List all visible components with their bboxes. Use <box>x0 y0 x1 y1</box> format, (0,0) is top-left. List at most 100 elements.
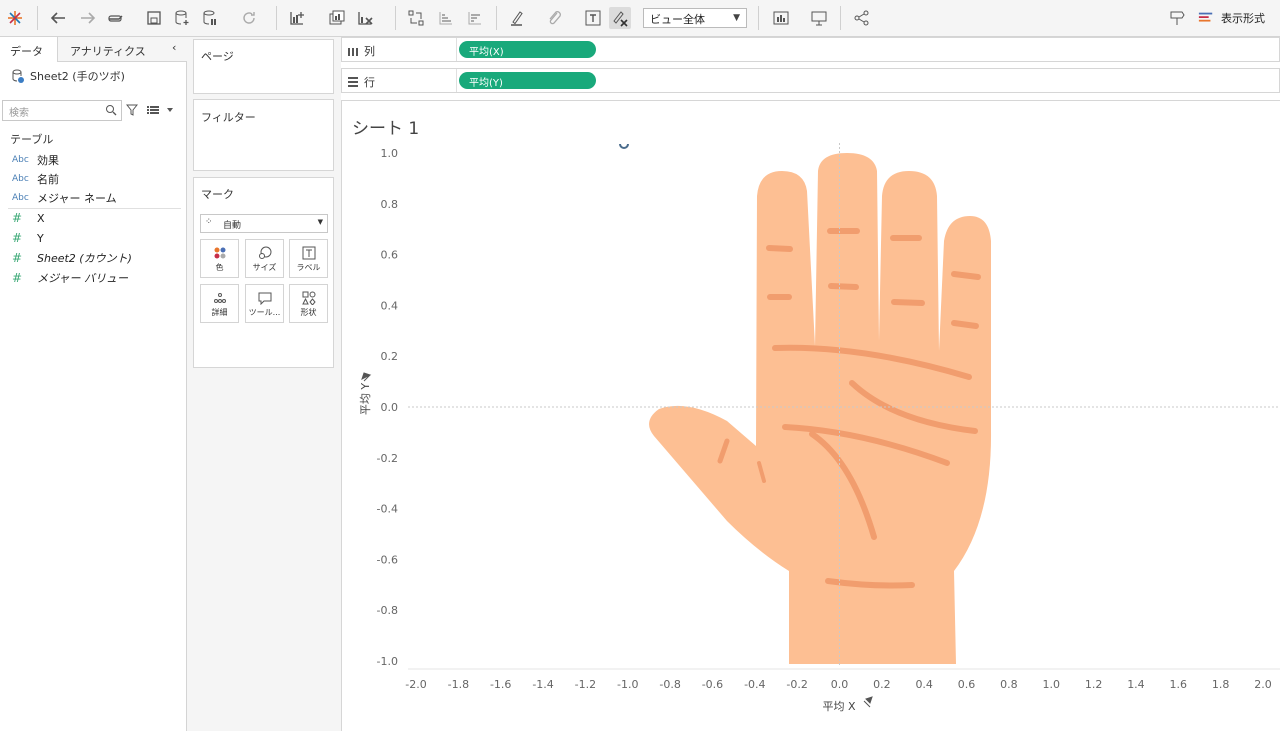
replay-icon[interactable] <box>105 7 127 29</box>
pane-tabs: データ アナリティクス ‹ <box>0 37 187 62</box>
x-tick-label: 1.4 <box>1127 678 1145 691</box>
y-tick-label: -0.8 <box>377 604 398 617</box>
field-dimension[interactable]: Abc メジャー ネーム <box>12 190 117 206</box>
share-icon[interactable] <box>851 7 873 29</box>
x-tick-label: 0.0 <box>831 678 849 691</box>
x-tick-label: -0.2 <box>786 678 807 691</box>
fit-dropdown[interactable]: ビュー全体 ▼ <box>643 8 747 28</box>
field-measure[interactable]: # メジャー バリュー <box>12 270 128 286</box>
marks-title: マーク <box>201 188 234 201</box>
worksheet-view[interactable]: シート 1 -2.0 -1.8 -1.6 -1.4 -1.2 -1.0 -0.8 -0.6 -0… <box>341 100 1280 731</box>
show-me-icon[interactable] <box>1198 7 1214 29</box>
x-tick-label: 0.8 <box>1000 678 1018 691</box>
shape-icon <box>301 291 316 305</box>
divider <box>8 208 181 209</box>
columns-label: 列 <box>364 45 375 58</box>
y-tick-label: 1.0 <box>381 147 399 160</box>
x-tick-label: -1.8 <box>448 678 469 691</box>
color-button[interactable]: 色 <box>200 239 239 278</box>
data-point-mark <box>619 143 629 149</box>
presentation-mode-icon[interactable] <box>808 7 830 29</box>
redo-icon[interactable] <box>77 7 99 29</box>
datasource-name: Sheet2 (手のツボ) <box>30 70 125 83</box>
field-measure[interactable]: # Y <box>12 231 44 245</box>
columns-pill[interactable]: 平均(X) <box>459 41 596 58</box>
string-type-icon: Abc <box>12 174 29 184</box>
label-button[interactable]: ラベル <box>289 239 328 278</box>
columns-icon <box>348 48 358 56</box>
clear-sheet-icon[interactable] <box>354 7 376 29</box>
pages-title: ページ <box>201 50 234 63</box>
pause-update-icon[interactable] <box>199 7 221 29</box>
rows-pill[interactable]: 平均(Y) <box>459 72 596 89</box>
y-tick-label: 0.2 <box>381 350 399 363</box>
x-tick-label: -0.4 <box>744 678 765 691</box>
field-dimension[interactable]: Abc 名前 <box>12 171 59 187</box>
columns-shelf[interactable]: 列 平均(X) <box>341 37 1280 62</box>
tableau-logo-icon[interactable] <box>4 7 26 29</box>
mark-type-dropdown[interactable]: ⁘ 自動 ▼ <box>200 214 328 233</box>
shape-button[interactable]: 形状 <box>289 284 328 323</box>
search-icon <box>106 105 117 116</box>
pin-sign-icon[interactable] <box>1166 7 1188 29</box>
toolbar: ビュー全体 ▼ 表示形式 <box>0 0 1280 37</box>
pages-card[interactable]: ページ <box>193 39 334 94</box>
x-tick-label: -1.2 <box>575 678 596 691</box>
new-worksheet-icon[interactable] <box>286 7 308 29</box>
string-type-icon: Abc <box>12 193 29 203</box>
swap-rows-columns-icon[interactable] <box>405 7 427 29</box>
undo-icon[interactable] <box>47 7 69 29</box>
refresh-icon[interactable] <box>238 7 260 29</box>
x-axis-title: 平均 X <box>822 700 855 713</box>
detail-icon <box>213 293 226 303</box>
x-tick-label: -1.0 <box>617 678 638 691</box>
group-members-icon[interactable] <box>543 7 565 29</box>
number-type-icon: # <box>12 211 23 225</box>
show-me-label[interactable]: 表示形式 <box>1221 10 1265 26</box>
filters-card[interactable]: フィルター <box>193 99 334 171</box>
rows-shelf[interactable]: 行 平均(Y) <box>341 68 1280 93</box>
x-tick-label: -1.6 <box>490 678 511 691</box>
collapse-pane-icon[interactable]: ‹ <box>172 41 176 54</box>
tooltip-button[interactable]: ツール... <box>245 284 284 323</box>
y-tick-label: -0.6 <box>377 553 398 566</box>
detail-button[interactable]: 詳細 <box>200 284 239 323</box>
x-tick-label: -0.6 <box>702 678 723 691</box>
y-tick-label: 0.0 <box>381 401 399 414</box>
search-input[interactable]: 検索 <box>2 100 122 121</box>
datasource-item[interactable]: Sheet2 (手のツボ) <box>12 68 125 84</box>
cards-column: ページ フィルター マーク ⁘ 自動 ▼ 色 サイズ ラベル 詳細 ツール... <box>187 37 341 731</box>
duplicate-sheet-icon[interactable] <box>326 7 348 29</box>
save-icon[interactable] <box>143 7 165 29</box>
view-options-icon[interactable] <box>147 105 175 115</box>
y-tick-label: 0.6 <box>381 249 399 262</box>
x-tick-label: -1.4 <box>532 678 553 691</box>
show-mark-labels-icon[interactable] <box>582 7 604 29</box>
sort-ascending-icon[interactable] <box>435 7 457 29</box>
y-tick-label: -1.0 <box>377 655 398 668</box>
filter-icon[interactable] <box>126 104 138 116</box>
y-tick-label: -0.4 <box>377 503 398 516</box>
field-measure[interactable]: # X <box>12 211 45 225</box>
field-dimension[interactable]: Abc 効果 <box>12 152 59 168</box>
y-axis-pin-icon <box>361 372 372 382</box>
tab-data[interactable]: データ <box>0 37 58 62</box>
database-icon <box>12 69 24 83</box>
sort-descending-icon[interactable] <box>464 7 486 29</box>
field-measure[interactable]: # Sheet2 (カウント) <box>12 250 132 266</box>
tab-analytics[interactable]: アナリティクス <box>70 43 146 59</box>
show-cards-icon[interactable] <box>770 7 792 29</box>
highlight-icon[interactable] <box>506 7 528 29</box>
scatter-chart[interactable]: -2.0 -1.8 -1.6 -1.4 -1.2 -1.0 -0.8 -0.6 -0.4 -0.2… <box>342 101 1280 731</box>
x-tick-label: 1.6 <box>1170 678 1188 691</box>
number-type-icon: # <box>12 231 23 245</box>
fix-axes-icon[interactable] <box>609 7 631 29</box>
label-icon <box>302 246 315 260</box>
tables-label: テーブル <box>10 133 54 146</box>
size-icon <box>258 246 271 259</box>
marks-card: マーク ⁘ 自動 ▼ 色 サイズ ラベル 詳細 ツール... 形状 <box>193 177 334 368</box>
number-type-icon: # <box>12 271 23 285</box>
size-button[interactable]: サイズ <box>245 239 284 278</box>
new-datasource-icon[interactable] <box>171 7 193 29</box>
tooltip-icon <box>258 292 271 305</box>
